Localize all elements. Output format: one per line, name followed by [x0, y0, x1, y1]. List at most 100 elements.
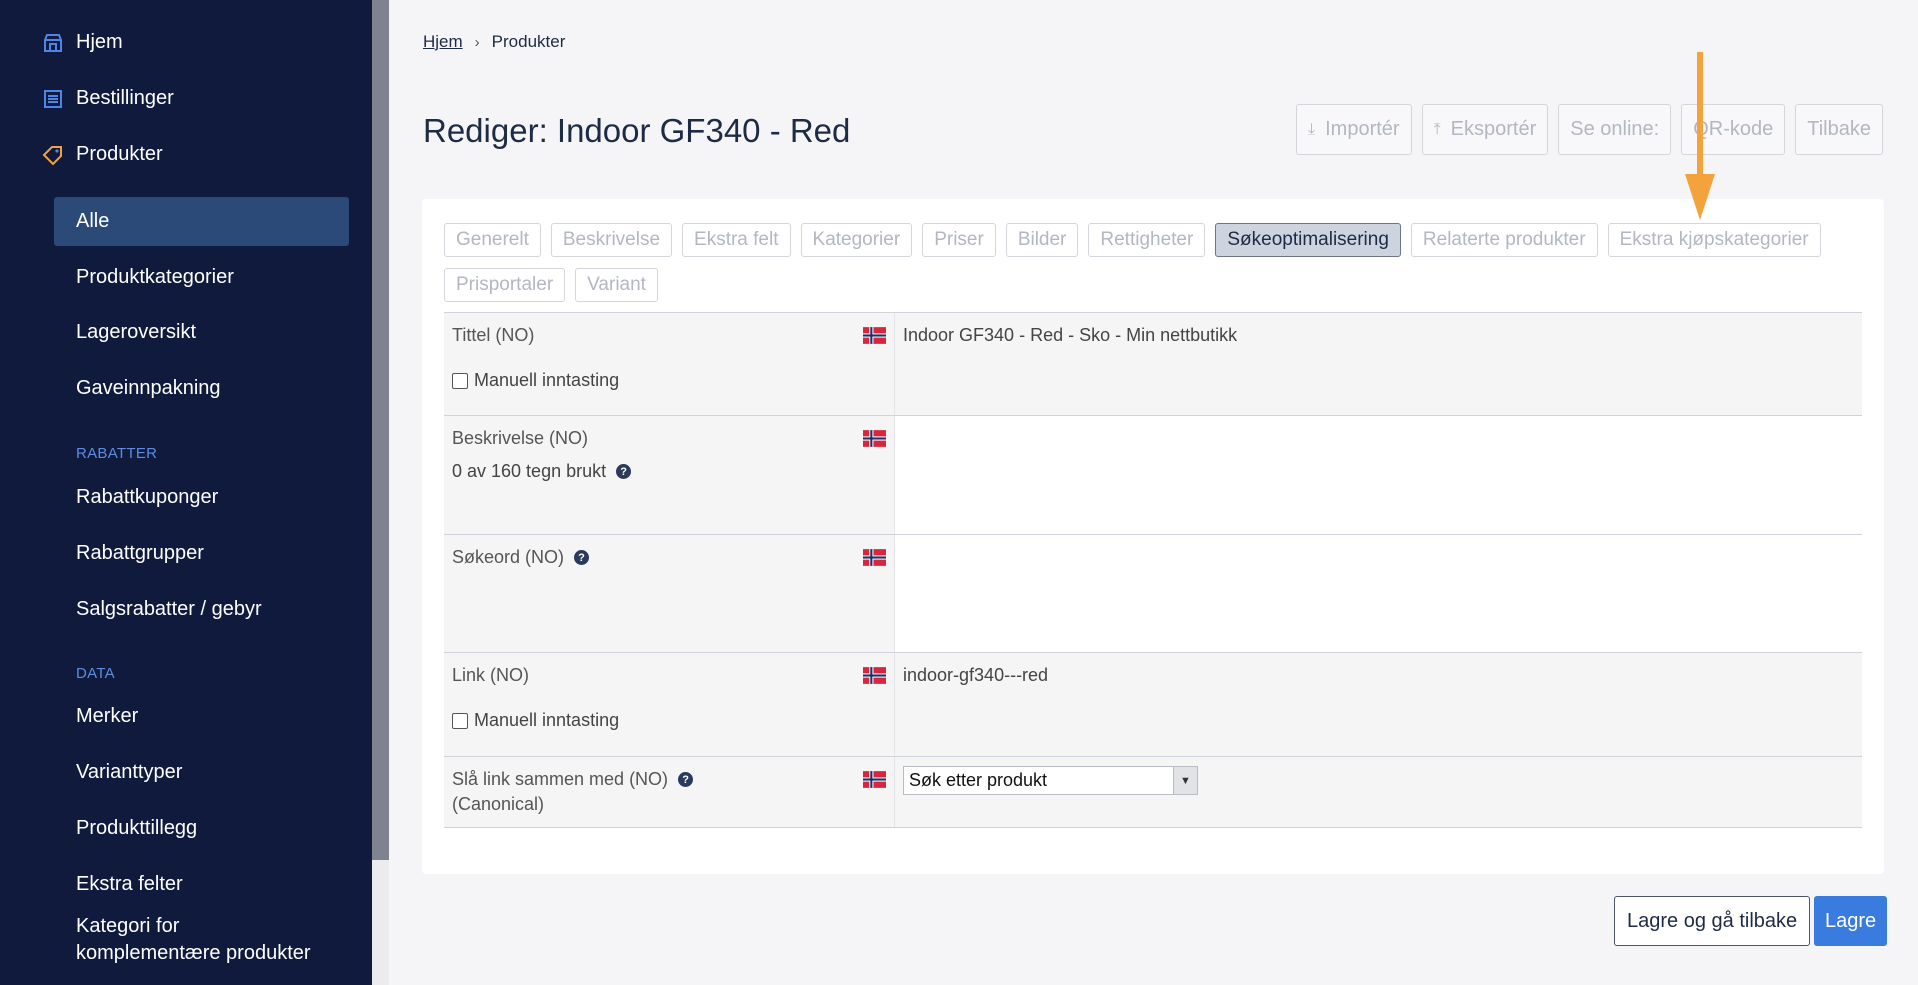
nav-coupons[interactable]: Rabattkuponger [76, 486, 218, 509]
nav-product-categories[interactable]: Produktkategorier [76, 266, 234, 289]
nav-all[interactable]: Alle [76, 210, 109, 233]
nav-brands-label: Merker [76, 705, 139, 727]
nav-extra-fields[interactable]: Ekstra felter [76, 873, 183, 896]
row-description-label-cell: Beskrivelse (NO) 0 av 160 tegn brukt? [444, 416, 895, 534]
norway-flag-icon [863, 327, 886, 344]
norway-flag-icon [863, 667, 886, 684]
tab-description[interactable]: Beskrivelse [550, 223, 673, 257]
nav-products[interactable]: Produkter [42, 143, 163, 166]
canonical-sub: (Canonical) [452, 794, 545, 814]
tab-seo[interactable]: Søkeoptimalisering [1215, 223, 1401, 257]
orders-icon [42, 88, 64, 110]
title-manual-toggle[interactable]: Manuell inntasting [452, 370, 886, 391]
chevron-down-icon[interactable]: ▼ [1173, 767, 1197, 794]
nav-orders-label: Bestillinger [76, 87, 174, 109]
nav-brands[interactable]: Merker [76, 705, 138, 728]
tab-images[interactable]: Bilder [1005, 223, 1079, 257]
nav-product-addons-label: Produkttillegg [76, 817, 198, 839]
row-canonical-label-cell: Slå link sammen med (NO)? (Canonical) [444, 757, 895, 827]
main-content: Hjem › Produkter Rediger: Indoor GF340 -… [389, 0, 1918, 985]
import-button[interactable]: ⤓ Importér [1296, 104, 1412, 155]
tab-categories[interactable]: Kategorier [800, 223, 913, 257]
toolbar: ⤓ Importér ⤒ Eksportér Se online: QR-kode … [1296, 104, 1883, 155]
tab-price-portals[interactable]: Prisportaler [444, 268, 566, 302]
sidebar-scrollbar[interactable] [372, 0, 389, 985]
nav-complementary-categories[interactable]: Kategori for komplementære produkter [76, 913, 311, 967]
section-rabatter: RABATTER [76, 445, 158, 462]
page-title: Rediger: Indoor GF340 - Red [423, 112, 851, 149]
manual-entry-checkbox[interactable] [452, 372, 468, 389]
nav-gift-wrap-label: Gaveinnpakning [76, 377, 221, 399]
seo-table: Tittel (NO) Manuell inntasting Indoor GF… [444, 312, 1862, 828]
nav-coupons-label: Rabattkuponger [76, 486, 219, 508]
keywords-label-text: Søkeord (NO) [452, 547, 565, 567]
product-search-value: Søk etter produkt [909, 770, 1048, 790]
keywords-label: Søkeord (NO)? [452, 547, 886, 568]
product-search-select[interactable]: Søk etter produkt ▼ [903, 766, 1198, 795]
nav-sales-discounts[interactable]: Salgsrabatter / gebyr [76, 598, 262, 621]
row-link: Link (NO) Manuell inntasting indoor-gf34… [444, 653, 1862, 757]
description-count: 0 av 160 tegn brukt [452, 461, 607, 481]
nav-home[interactable]: Hjem [42, 31, 123, 54]
edit-card: Generelt Beskrivelse Ekstra felt Kategor… [422, 199, 1884, 874]
tab-extra-purchase-categories[interactable]: Ekstra kjøpskategorier [1607, 223, 1821, 257]
tab-related-products[interactable]: Relaterte produkter [1410, 223, 1598, 257]
link-manual-toggle[interactable]: Manuell inntasting [452, 710, 886, 731]
tab-variant[interactable]: Variant [575, 268, 658, 302]
manual-entry-checkbox[interactable] [452, 712, 468, 729]
nav-discount-groups-label: Rabattgrupper [76, 542, 204, 564]
norway-flag-icon [863, 549, 886, 566]
download-icon: ⤓ [1308, 120, 1316, 138]
row-canonical: Slå link sammen med (NO)? (Canonical) Sø… [444, 757, 1862, 828]
export-button[interactable]: ⤒ Eksportér [1421, 104, 1549, 155]
nav-sales-discounts-label: Salgsrabatter / gebyr [76, 598, 262, 620]
canonical-label: Slå link sammen med (NO)? [452, 769, 886, 790]
save-and-back-button[interactable]: Lagre og gå tilbake [1614, 896, 1811, 946]
chevron-right-icon: › [474, 33, 480, 51]
nav-inventory-label: Lageroversikt [76, 321, 197, 343]
tab-extra-field[interactable]: Ekstra felt [682, 223, 791, 257]
export-label: Eksportér [1450, 118, 1537, 140]
description-label: Beskrivelse (NO) [452, 428, 589, 448]
row-title: Tittel (NO) Manuell inntasting Indoor GF… [444, 313, 1862, 416]
nav-extra-fields-label: Ekstra felter [76, 873, 183, 895]
keywords-input[interactable] [895, 535, 1862, 652]
nav-all-label: Alle [76, 210, 110, 232]
row-link-label-cell: Link (NO) Manuell inntasting [444, 653, 895, 756]
nav-orders[interactable]: Bestillinger [42, 87, 174, 110]
description-input[interactable] [895, 416, 1862, 534]
nav-variant-types[interactable]: Varianttyper [76, 761, 182, 784]
nav-complementary-line2: komplementære produkter [76, 942, 311, 964]
nav-products-label: Produkter [76, 143, 163, 165]
breadcrumb-home[interactable]: Hjem [423, 32, 463, 52]
upload-icon: ⤒ [1433, 120, 1441, 138]
scrollbar-thumb[interactable] [372, 0, 389, 860]
import-label: Importér [1325, 118, 1400, 140]
nav-gift-wrap[interactable]: Gaveinnpakning [76, 377, 221, 400]
link-value[interactable]: indoor-gf340---red [895, 653, 1862, 756]
save-button[interactable]: Lagre [1814, 896, 1888, 946]
title-value[interactable]: Indoor GF340 - Red - Sko - Min nettbutik… [895, 313, 1862, 415]
breadcrumb: Hjem › Produkter [423, 32, 565, 52]
nav-variant-types-label: Varianttyper [76, 761, 183, 783]
row-title-label-cell: Tittel (NO) Manuell inntasting [444, 313, 895, 415]
tab-prices[interactable]: Priser [922, 223, 996, 257]
nav-product-addons[interactable]: Produkttillegg [76, 817, 197, 840]
nav-home-label: Hjem [76, 31, 123, 53]
help-icon[interactable]: ? [616, 464, 632, 479]
help-icon[interactable]: ? [574, 550, 590, 565]
manual-entry-label: Manuell inntasting [474, 370, 620, 390]
nav-discount-groups[interactable]: Rabattgrupper [76, 542, 204, 565]
help-icon[interactable]: ? [678, 772, 694, 787]
description-counter: 0 av 160 tegn brukt? [452, 461, 886, 482]
nav-inventory[interactable]: Lageroversikt [76, 321, 196, 344]
back-button[interactable]: Tilbake [1795, 104, 1883, 155]
nav-complementary-line1: Kategori for [76, 915, 180, 937]
nav-product-categories-label: Produktkategorier [76, 266, 234, 288]
tag-icon [42, 144, 64, 166]
view-online-button[interactable]: Se online: [1558, 104, 1672, 155]
tab-general[interactable]: Generelt [444, 223, 541, 257]
sidebar: Hjem Bestillinger Produkter Alle Produkt… [0, 0, 372, 985]
row-keywords: Søkeord (NO)? [444, 535, 1862, 653]
tab-permissions[interactable]: Rettigheter [1088, 223, 1206, 257]
